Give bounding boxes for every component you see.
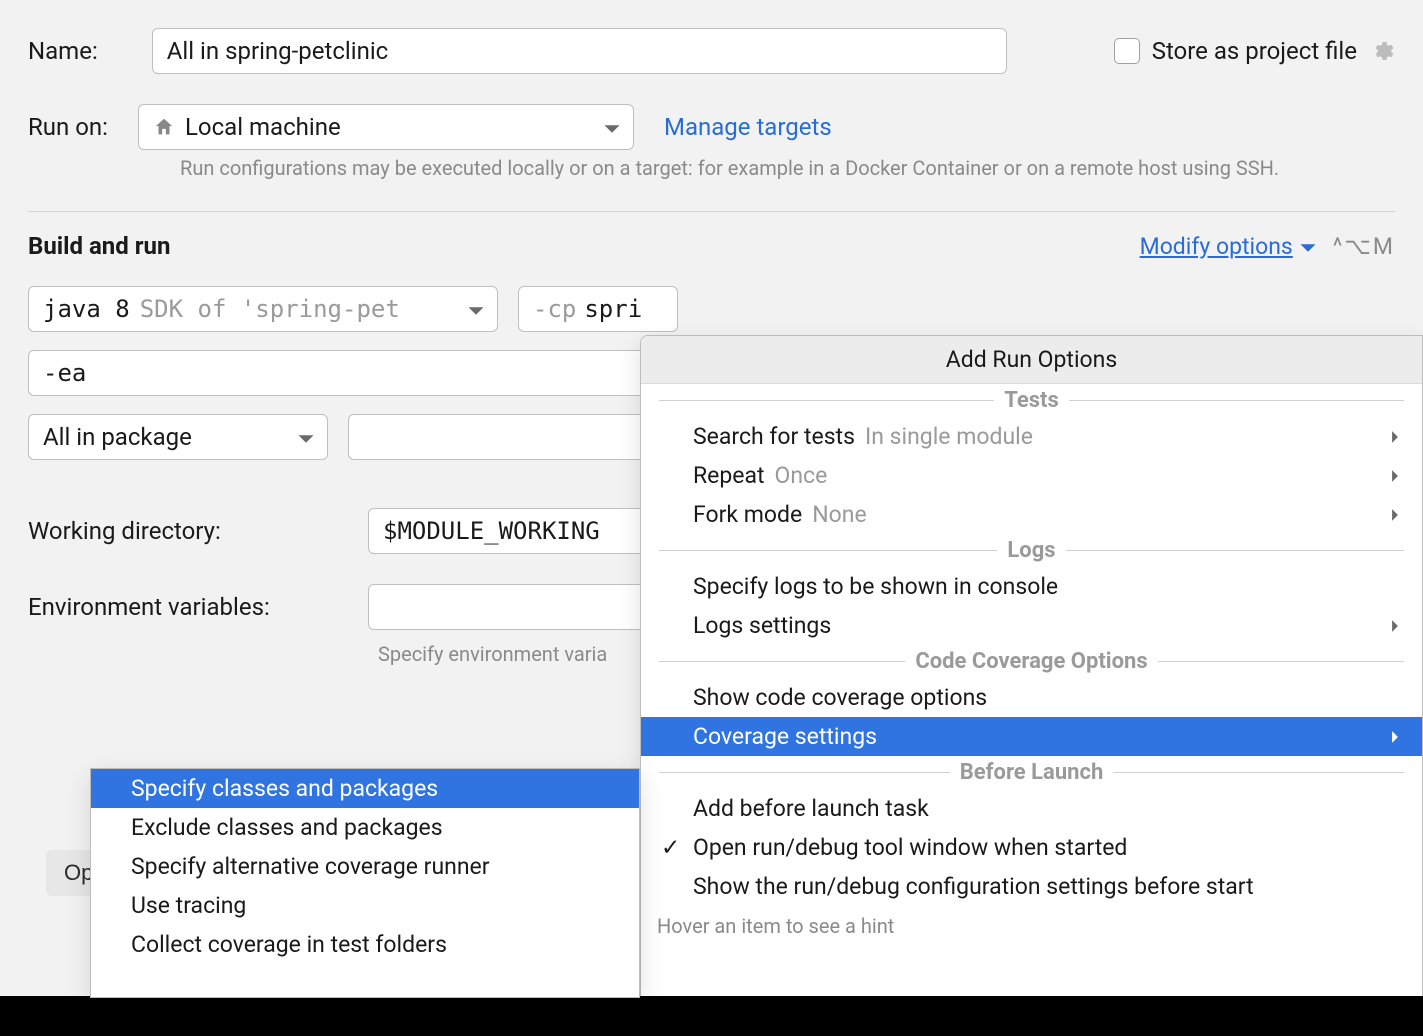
menu-open-tool[interactable]: ✓ Open run/debug tool window when starte… (641, 828, 1422, 867)
cp-value: spri (584, 295, 642, 323)
chevron-down-icon (297, 423, 315, 451)
bottom-strip (0, 996, 1423, 1036)
modify-options-link[interactable]: Modify options (1140, 233, 1317, 260)
menu-search-tests[interactable]: Search for testsIn single module (641, 417, 1422, 456)
name-label: Name: (28, 37, 98, 65)
submenu-exclude-classes[interactable]: Exclude classes and packages (91, 808, 639, 847)
home-icon (153, 116, 175, 138)
menu-specify-logs[interactable]: Specify logs to be shown in console (641, 567, 1422, 606)
chevron-down-icon (467, 295, 485, 323)
menu-show-coverage[interactable]: Show code coverage options (641, 678, 1422, 717)
popup-footer-hint: Hover an item to see a hint (641, 906, 1422, 944)
menu-coverage-settings[interactable]: Coverage settings (641, 717, 1422, 756)
check-icon: ✓ (661, 834, 680, 861)
runon-label: Run on: (28, 113, 108, 141)
working-dir-label: Working directory: (28, 517, 328, 545)
chevron-down-icon (603, 113, 621, 141)
menu-fork[interactable]: Fork modeNone (641, 495, 1422, 534)
modify-shortcut: ^⌥M (1333, 233, 1395, 260)
cp-flag: -cp (533, 295, 576, 323)
menu-repeat[interactable]: RepeatOnce (641, 456, 1422, 495)
menu-show-settings[interactable]: Show the run/debug configuration setting… (641, 867, 1422, 906)
group-coverage: Code Coverage Options (641, 645, 1422, 678)
chevron-right-icon (1388, 612, 1402, 639)
manage-targets-link[interactable]: Manage targets (664, 113, 832, 141)
section-title: Build and run (28, 232, 170, 260)
menu-add-before[interactable]: Add before launch task (641, 789, 1422, 828)
scope-value: All in package (43, 423, 192, 451)
test-scope-select[interactable]: All in package (28, 414, 328, 460)
group-logs: Logs (641, 534, 1422, 567)
runon-value: Local machine (185, 113, 341, 141)
classpath-field[interactable]: -cp spri (518, 286, 678, 332)
env-label: Environment variables: (28, 593, 328, 621)
runon-select[interactable]: Local machine (138, 104, 634, 150)
submenu-use-tracing[interactable]: Use tracing (91, 886, 639, 925)
gear-icon[interactable] (1369, 38, 1395, 64)
chevron-right-icon (1388, 723, 1402, 750)
menu-logs-settings[interactable]: Logs settings (641, 606, 1422, 645)
submenu-specify-classes[interactable]: Specify classes and packages (91, 769, 639, 808)
jre-select[interactable]: java 8 SDK of 'spring-pet (28, 286, 498, 332)
runon-hint: Run configurations may be executed local… (180, 154, 1395, 183)
submenu-collect-test[interactable]: Collect coverage in test folders (91, 925, 639, 964)
group-before: Before Launch (641, 756, 1422, 789)
vm-options-input[interactable] (28, 350, 648, 396)
divider (28, 211, 1395, 212)
chevron-right-icon (1388, 501, 1402, 528)
chevron-right-icon (1388, 423, 1402, 450)
store-label: Store as project file (1152, 37, 1357, 65)
group-tests: Tests (641, 384, 1422, 417)
popup-title: Add Run Options (641, 336, 1422, 384)
package-input[interactable] (348, 414, 648, 460)
add-run-options-popup: Add Run Options Tests Search for testsIn… (640, 335, 1423, 1035)
chevron-down-icon (1299, 233, 1317, 260)
chevron-right-icon (1388, 462, 1402, 489)
name-input[interactable] (152, 28, 1007, 74)
jre-suffix: SDK of 'spring-pet (140, 295, 400, 323)
coverage-settings-submenu: Specify classes and packages Exclude cla… (90, 768, 640, 998)
submenu-alt-runner[interactable]: Specify alternative coverage runner (91, 847, 639, 886)
jre-prefix: java 8 (43, 295, 130, 323)
store-checkbox[interactable] (1114, 38, 1140, 64)
